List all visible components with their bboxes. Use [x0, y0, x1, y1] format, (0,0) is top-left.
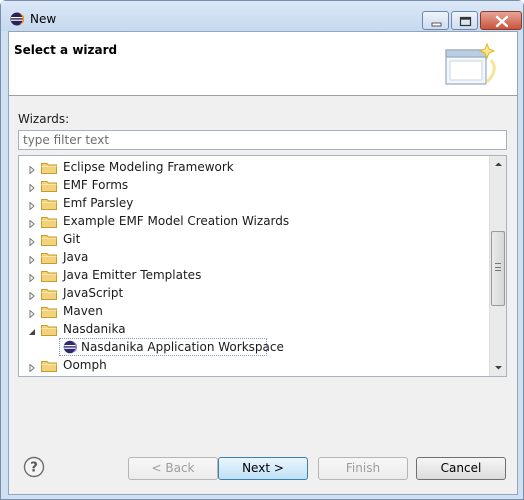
svg-text:?: ?: [30, 461, 38, 476]
tree-item-label: EMF Forms: [63, 178, 129, 192]
wizards-label: Wizards:: [18, 112, 70, 126]
folder-icon: [41, 323, 57, 336]
tree-item[interactable]: Git: [19, 230, 489, 248]
collapsed-arrow-icon[interactable]: [28, 163, 36, 175]
folder-icon: [41, 251, 57, 264]
tree-item-label: Oomph: [63, 358, 107, 372]
collapsed-arrow-icon[interactable]: [28, 235, 36, 247]
tree-item-label: JavaScript: [63, 286, 124, 300]
scroll-thumb[interactable]: [491, 231, 505, 306]
tree-item-label: Java Emitter Templates: [63, 268, 202, 282]
folder-icon: [41, 269, 57, 282]
minimize-icon: [431, 22, 442, 27]
collapsed-arrow-icon[interactable]: [28, 271, 36, 283]
tree-item-label: Emf Parsley: [63, 196, 134, 210]
folder-icon: [41, 179, 57, 192]
scroll-up-arrow-icon[interactable]: [490, 156, 507, 173]
tree-item-label: Git: [63, 232, 81, 246]
tree-item[interactable]: Nasdanika: [19, 320, 489, 338]
finish-button[interactable]: Finish: [318, 457, 408, 480]
tree-item[interactable]: Java: [19, 248, 489, 266]
tree-item-label: Java: [63, 250, 89, 264]
close-icon: [495, 15, 509, 28]
tree-item[interactable]: Emf Parsley: [19, 194, 489, 212]
tree-item-label: Eclipse Modeling Framework: [63, 160, 234, 174]
wizard-tree[interactable]: Eclipse Modeling Framework EMF Forms Emf P…: [18, 155, 507, 377]
tree-item-label: Nasdanika: [63, 322, 126, 336]
tree-item[interactable]: Maven: [19, 302, 489, 320]
window-title: New: [30, 12, 57, 26]
collapsed-arrow-icon[interactable]: [28, 307, 36, 319]
cancel-button[interactable]: Cancel: [416, 457, 506, 480]
tree-item[interactable]: Example EMF Model Creation Wizards: [19, 212, 489, 230]
tree-item[interactable]: JavaScript: [19, 284, 489, 302]
scroll-grip-icon: [495, 263, 501, 271]
collapsed-arrow-icon[interactable]: [28, 181, 36, 193]
folder-icon: [41, 305, 57, 318]
folder-icon: [41, 287, 57, 300]
maximize-icon: [459, 16, 472, 27]
collapsed-arrow-icon[interactable]: [28, 217, 36, 229]
nasdanika-workspace-icon: [63, 340, 77, 354]
filter-input[interactable]: [18, 130, 507, 150]
tree-item-label: Maven: [63, 304, 103, 318]
tree-item[interactable]: Java Emitter Templates: [19, 266, 489, 284]
next-button[interactable]: Next >: [218, 457, 308, 480]
collapsed-arrow-icon[interactable]: [28, 199, 36, 211]
tree-item[interactable]: Eclipse Modeling Framework: [19, 158, 489, 176]
tree-scrollbar[interactable]: [489, 156, 506, 376]
wizard-banner: Select a wizard: [9, 32, 517, 96]
folder-icon: [41, 215, 57, 228]
minimize-button[interactable]: [422, 11, 449, 30]
back-button[interactable]: < Back: [128, 457, 218, 480]
new-wizard-window: New Select a wizard Wizards: type filter…: [0, 0, 524, 500]
close-button[interactable]: [480, 11, 522, 30]
dialog-body: Select a wizard Wizards: Eclipse Modelin…: [8, 31, 518, 495]
title-bar[interactable]: New: [1, 1, 523, 31]
eclipse-icon: [10, 12, 24, 26]
tree-item[interactable]: Oomph: [19, 356, 489, 374]
scroll-down-arrow-icon[interactable]: [490, 359, 507, 376]
tree-item-label: Nasdanika Application Workspace: [81, 340, 284, 354]
banner-title: Select a wizard: [14, 43, 118, 57]
tree-item-label: Example EMF Model Creation Wizards: [63, 214, 290, 228]
folder-icon: [41, 161, 57, 174]
expanded-arrow-icon[interactable]: [28, 325, 36, 335]
collapsed-arrow-icon[interactable]: [28, 361, 36, 373]
folder-icon: [41, 359, 57, 372]
collapsed-arrow-icon[interactable]: [28, 253, 36, 265]
maximize-button[interactable]: [451, 11, 478, 30]
help-icon[interactable]: ?: [23, 456, 45, 478]
tree-item[interactable]: EMF Forms: [19, 176, 489, 194]
new-wizard-graphic-icon: [445, 42, 496, 85]
collapsed-arrow-icon[interactable]: [28, 289, 36, 301]
folder-icon: [41, 197, 57, 210]
folder-icon: [41, 233, 57, 246]
